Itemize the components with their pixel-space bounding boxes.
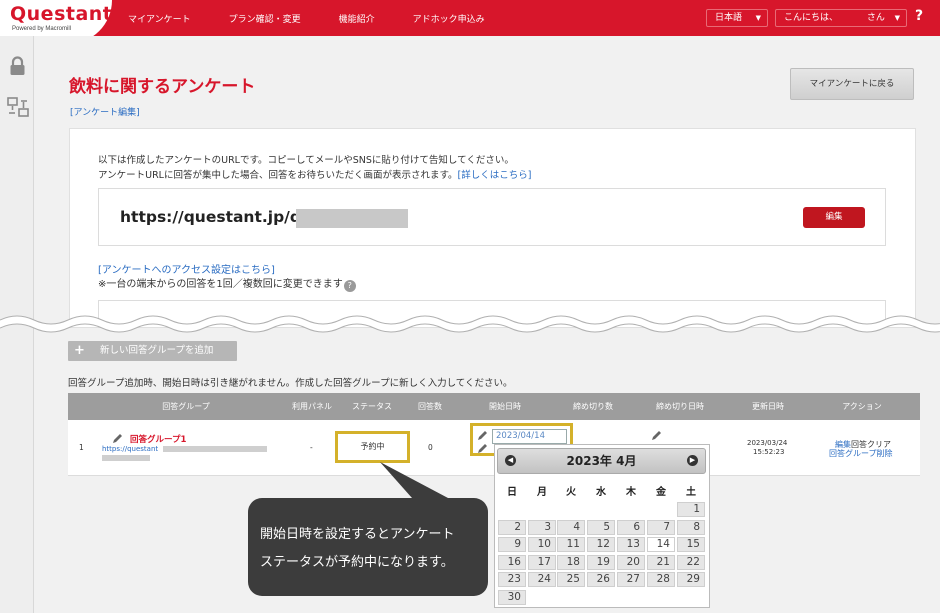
- tooltip-line-2: ステータスが予約中になります。: [260, 555, 454, 570]
- tooltip-line-1: 開始日時を設定するとアンケート: [260, 527, 455, 542]
- tooltip: [248, 498, 488, 596]
